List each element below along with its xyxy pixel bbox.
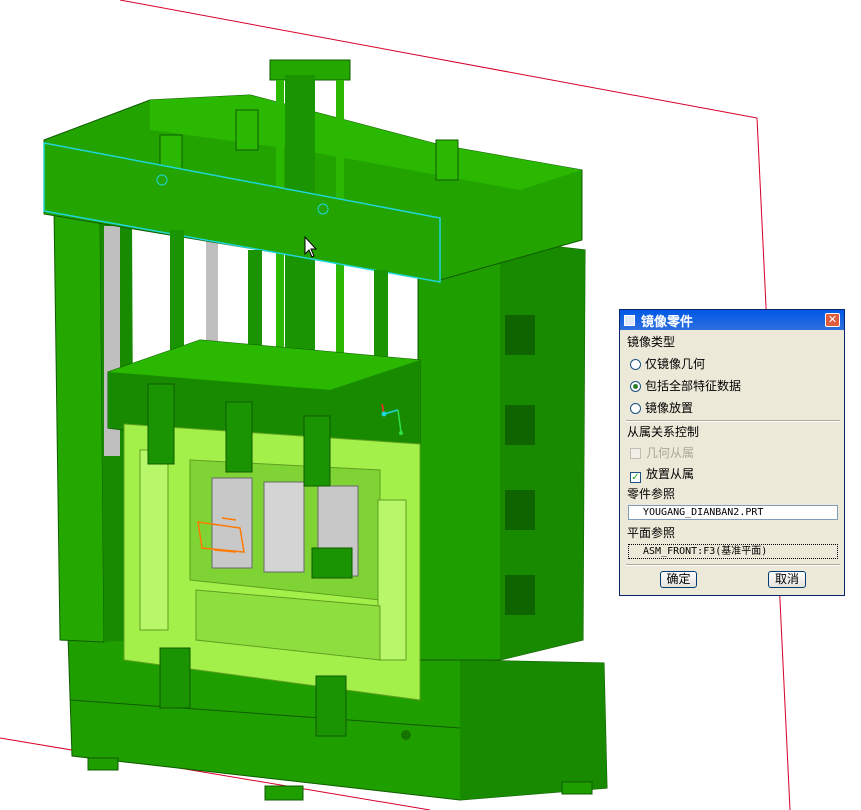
cancel-button[interactable]: 取消 (768, 571, 806, 588)
radio-geometry-only[interactable]: 仅镜像几何 (630, 355, 705, 372)
radio-all-features[interactable]: 包括全部特征数据 (630, 377, 741, 394)
radio-label: 镜像放置 (645, 401, 694, 415)
radio-button[interactable] (630, 381, 641, 392)
checkbox-placement-dependent[interactable]: ✓ 放置从属 (630, 465, 694, 483)
radio-button[interactable] (630, 403, 641, 414)
mirror-part-dialog: 镜像零件 ✕ 镜像类型 仅镜像几何 包括全部特征数据 镜像放置 从属关系控制 几… (619, 309, 845, 596)
separator (626, 564, 840, 566)
radio-label: 仅镜像几何 (645, 357, 706, 371)
plane-ref-label: 平面参照 (627, 526, 676, 540)
checkbox-checked[interactable]: ✓ (630, 472, 641, 483)
close-icon[interactable]: ✕ (825, 313, 840, 327)
ok-button[interactable]: 确定 (660, 571, 697, 588)
radio-button[interactable] (630, 359, 641, 370)
dialog-titlebar[interactable]: 镜像零件 ✕ (620, 310, 844, 330)
radio-placement[interactable]: 镜像放置 (630, 399, 693, 416)
radio-label: 包括全部特征数据 (645, 379, 742, 393)
checkbox-label: 几何从属 (646, 446, 695, 460)
plane-ref-field[interactable]: ASM_FRONT:F3(基准平面) (628, 544, 838, 559)
checkbox-geometry-dependent[interactable]: 几何从属 (630, 444, 694, 461)
mirror-type-label: 镜像类型 (627, 335, 676, 349)
part-ref-field[interactable]: YOUGANG_DIANBAN2.PRT (628, 505, 838, 520)
checkbox-label: 放置从属 (646, 467, 695, 481)
right-column (417, 239, 586, 661)
dialog-title: 镜像零件 (641, 314, 694, 330)
part-ref-label: 零件参照 (627, 487, 676, 501)
checkbox[interactable] (630, 448, 641, 459)
dependency-label: 从属关系控制 (627, 425, 700, 439)
window-icon (624, 314, 635, 326)
separator (626, 420, 840, 422)
